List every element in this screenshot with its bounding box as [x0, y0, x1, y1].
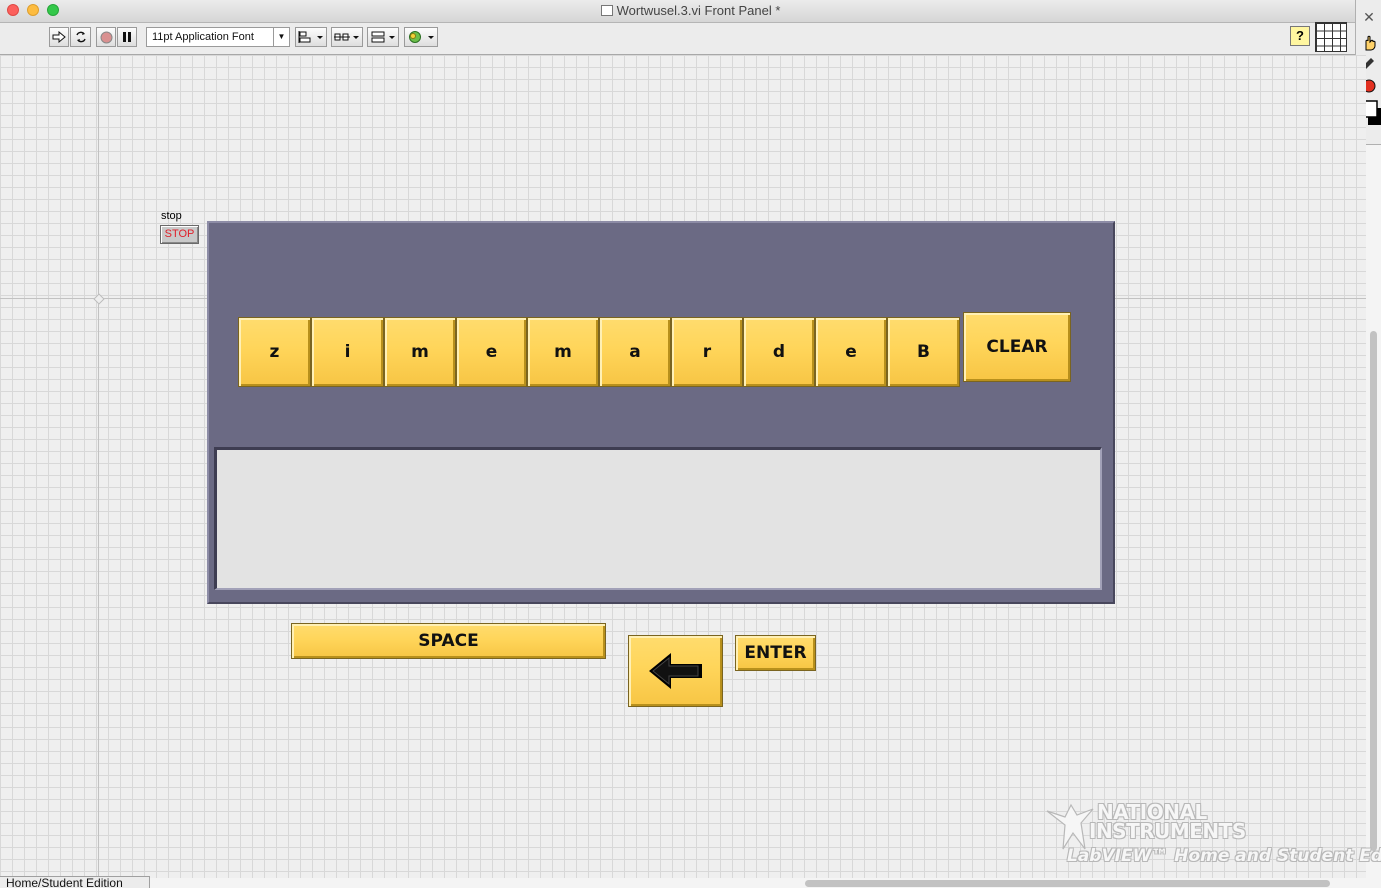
origin-line-vertical: [98, 55, 99, 878]
align-objects-icon: [298, 31, 323, 43]
word-output-display: [214, 447, 1102, 590]
letter-button-1[interactable]: z: [238, 317, 311, 387]
watermark-line-2: INSTRUMENTS: [1089, 819, 1246, 843]
font-select[interactable]: 11pt Application Font ▼: [146, 27, 290, 47]
letter-button-5[interactable]: m: [527, 317, 599, 387]
ni-watermark: NATIONAL INSTRUMENTS LabVIEW™ Home and S…: [1045, 798, 1381, 873]
letter-button-10[interactable]: B: [887, 317, 960, 387]
run-continuously-icon: [75, 31, 86, 43]
pause-icon: [123, 32, 131, 42]
reorder-button[interactable]: [404, 27, 438, 47]
letter-button-8[interactable]: d: [743, 317, 815, 387]
run-arrow-icon: [52, 31, 66, 43]
vertical-scrollbar[interactable]: [1366, 145, 1381, 878]
letter-button-6[interactable]: a: [599, 317, 671, 387]
abort-stop-icon: [100, 31, 112, 43]
space-button[interactable]: SPACE: [291, 623, 606, 659]
auto-tool-icon[interactable]: ✕: [1360, 8, 1378, 26]
distribute-objects-button[interactable]: [331, 27, 363, 47]
letter-button-4[interactable]: e: [456, 317, 527, 387]
chevron-down-icon: ▼: [273, 28, 289, 46]
resize-objects-button[interactable]: [367, 27, 399, 47]
letter-button-3[interactable]: m: [384, 317, 456, 387]
toolbar: 11pt Application Font ▼: [0, 23, 1381, 55]
resize-objects-icon: [371, 31, 395, 43]
letter-button-7[interactable]: r: [671, 317, 743, 387]
run-button[interactable]: [49, 27, 69, 47]
clear-button[interactable]: CLEAR: [963, 312, 1071, 382]
horizontal-scrollbar[interactable]: [150, 878, 1381, 888]
title-bar: Wortwusel.3.vi Front Panel *: [0, 0, 1381, 23]
run-continuously-button[interactable]: [70, 27, 91, 47]
operate-hand-icon[interactable]: [1360, 34, 1378, 52]
context-help-button[interactable]: ?: [1290, 26, 1310, 46]
arrow-left-icon: [648, 653, 702, 689]
vi-document-icon: [600, 5, 613, 16]
pause-button[interactable]: [117, 27, 137, 47]
reorder-icon: [409, 31, 434, 43]
font-select-value: 11pt Application Font: [152, 31, 254, 43]
status-bar: Home/Student Edition: [0, 876, 150, 888]
enter-button[interactable]: ENTER: [735, 635, 816, 671]
align-objects-button[interactable]: [295, 27, 327, 47]
stop-label: stop: [161, 210, 182, 222]
distribute-objects-icon: [334, 33, 359, 41]
letter-button-9[interactable]: e: [815, 317, 887, 387]
stop-button[interactable]: STOP: [160, 225, 199, 244]
origin-marker: [93, 293, 105, 305]
backspace-button[interactable]: [628, 635, 723, 707]
horizontal-scroll-thumb[interactable]: [805, 880, 1330, 887]
ni-eagle-logo-icon: [1046, 803, 1094, 850]
connector-pane-icon[interactable]: [1315, 22, 1347, 52]
window-title: Wortwusel.3.vi Front Panel *: [0, 3, 1381, 18]
watermark-line-3: LabVIEW™ Home and Student Edition: [1067, 846, 1381, 866]
window-title-text: Wortwusel.3.vi Front Panel *: [616, 3, 781, 18]
abort-button[interactable]: [96, 27, 116, 47]
vertical-scroll-thumb[interactable]: [1370, 331, 1377, 851]
letter-button-2[interactable]: i: [311, 317, 384, 387]
